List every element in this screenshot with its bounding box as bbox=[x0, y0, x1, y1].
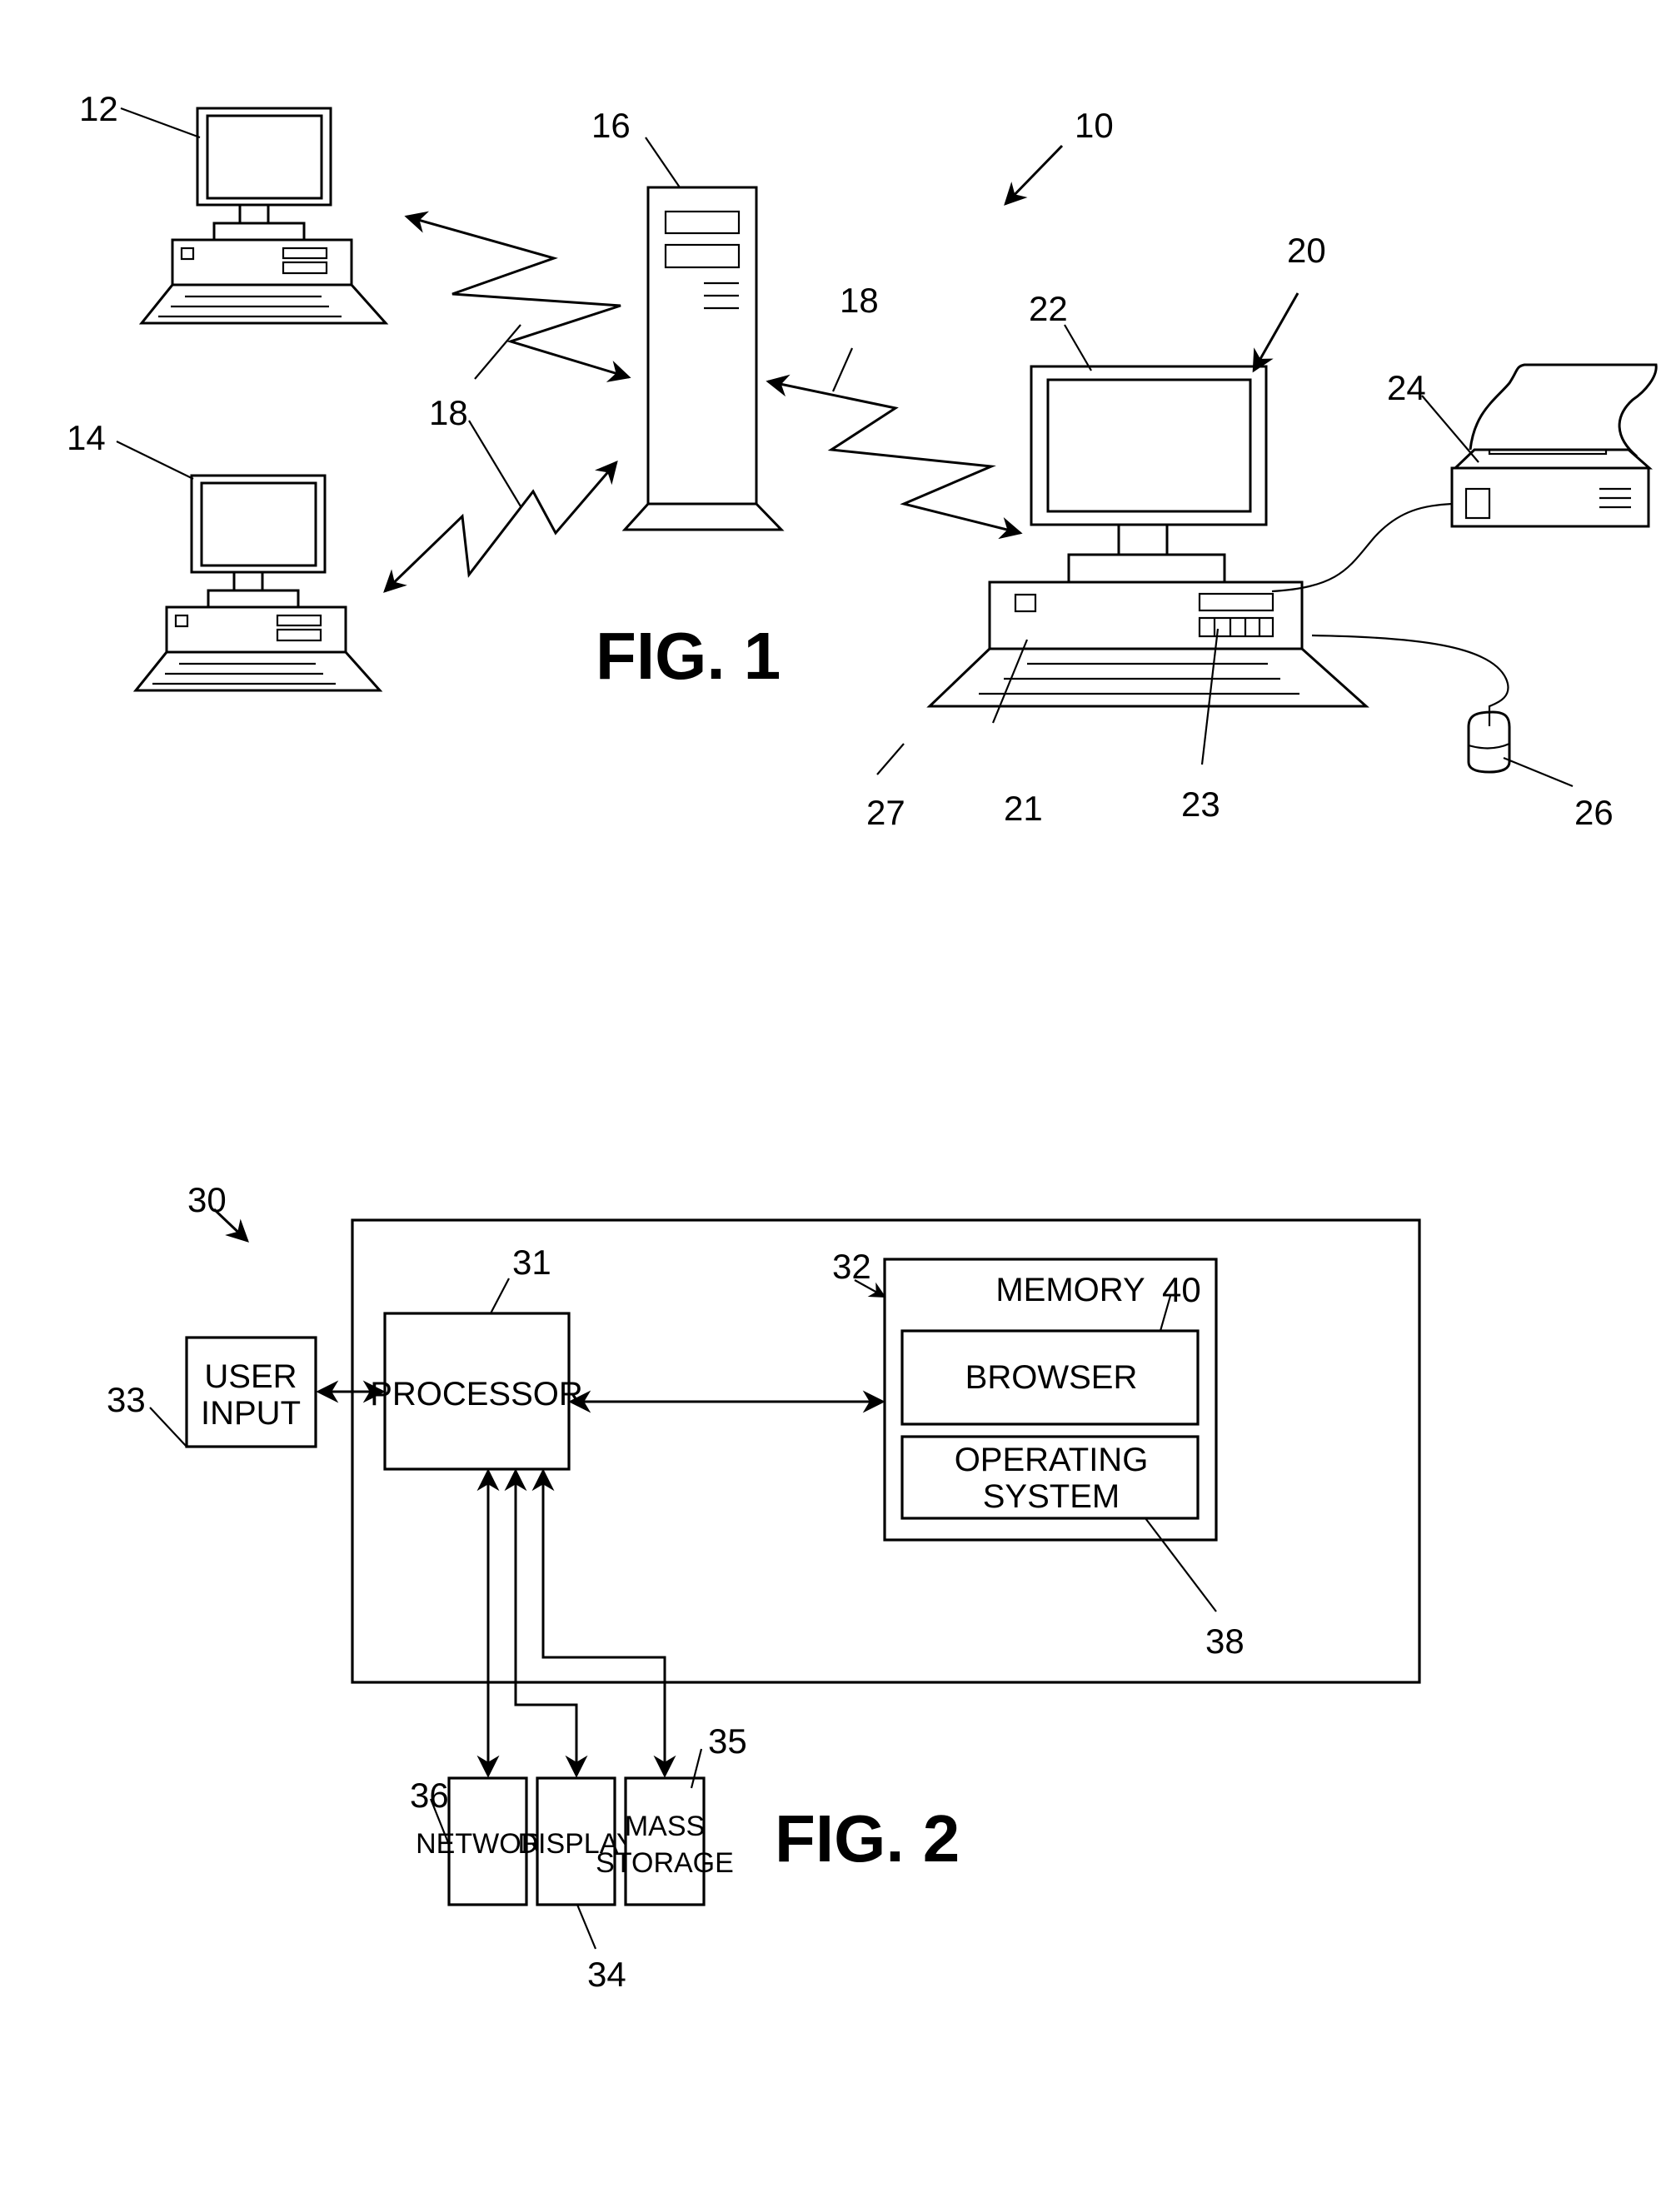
ref-26: 26 bbox=[1574, 793, 1614, 832]
ref-10: 10 bbox=[1075, 106, 1114, 145]
network-link-14-16 bbox=[383, 460, 618, 593]
printer-cable bbox=[1271, 502, 1453, 593]
arrow-20 bbox=[1252, 292, 1299, 373]
system-arrow-30 bbox=[212, 1208, 249, 1243]
ref-24: 24 bbox=[1387, 368, 1426, 407]
mass-storage-label-2: STORAGE bbox=[596, 1847, 734, 1879]
ref-38: 38 bbox=[1205, 1622, 1245, 1661]
browser-label: BROWSER bbox=[965, 1359, 1138, 1396]
ref-36: 36 bbox=[410, 1776, 449, 1815]
leader-34 bbox=[576, 1904, 597, 1950]
mouse-26 bbox=[1467, 710, 1511, 774]
leader-21 bbox=[991, 639, 1029, 724]
fig2-title: FIG. 2 bbox=[775, 1801, 960, 1876]
leader-14 bbox=[116, 441, 194, 480]
ref-16: 16 bbox=[591, 106, 631, 145]
ref-20: 20 bbox=[1287, 231, 1326, 270]
memory-label: MEMORY bbox=[995, 1272, 1145, 1308]
fig1: 12 14 16 18 18 10 22 20 24 26 27 21 23 F… bbox=[67, 89, 1658, 832]
fig2: 30 USER INPUT 33 PROCESSOR 31 MEMORY 32 … bbox=[107, 1180, 1421, 1994]
ref-14: 14 bbox=[67, 418, 106, 457]
server-16 bbox=[621, 186, 785, 531]
ref-35: 35 bbox=[708, 1721, 747, 1761]
ref-30: 30 bbox=[187, 1180, 227, 1219]
leader-26 bbox=[1503, 756, 1574, 788]
keyboard-27 bbox=[926, 647, 1369, 708]
ref-33: 33 bbox=[107, 1380, 146, 1419]
leader-16 bbox=[645, 137, 681, 188]
ref-31: 31 bbox=[512, 1243, 551, 1282]
ref-27: 27 bbox=[866, 793, 905, 832]
leader-27 bbox=[876, 743, 905, 775]
leader-18c bbox=[831, 347, 854, 392]
user-input-label-2: INPUT bbox=[201, 1395, 301, 1432]
leader-12 bbox=[120, 107, 201, 139]
ref-18: 18 bbox=[429, 393, 468, 432]
ref-18-right: 18 bbox=[840, 281, 879, 320]
leader-24 bbox=[1421, 395, 1479, 463]
mass-storage-label-1: MASS bbox=[625, 1811, 705, 1842]
ref-21: 21 bbox=[1004, 789, 1043, 828]
os-label-1: OPERATING bbox=[955, 1442, 1149, 1478]
leader-22 bbox=[1064, 324, 1092, 371]
ref-34: 34 bbox=[587, 1955, 626, 1994]
leader-18b bbox=[468, 420, 521, 507]
client-computer-14 bbox=[132, 474, 383, 692]
printer-24 bbox=[1450, 363, 1658, 528]
workstation-20 bbox=[926, 365, 1369, 708]
ref-22: 22 bbox=[1029, 289, 1068, 328]
monitor-22 bbox=[1030, 365, 1268, 526]
network-link-12-16 bbox=[404, 211, 631, 382]
leader-18a bbox=[474, 324, 521, 380]
leader-33 bbox=[149, 1407, 187, 1447]
client-computer-12 bbox=[138, 107, 389, 325]
user-input-label-1: USER bbox=[204, 1358, 297, 1395]
mouse-cable bbox=[1311, 634, 1509, 712]
cpu-unit-21 bbox=[988, 580, 1304, 650]
fig1-title: FIG. 1 bbox=[596, 619, 781, 693]
drive-bay bbox=[1198, 592, 1274, 612]
ref-32: 32 bbox=[832, 1247, 871, 1286]
ref-23: 23 bbox=[1181, 785, 1220, 824]
ref-12: 12 bbox=[79, 89, 118, 128]
patent-drawing-sheet: 12 14 16 18 18 10 22 20 24 26 27 21 23 F… bbox=[67, 89, 1658, 1994]
drive-buttons-23 bbox=[1198, 616, 1274, 638]
processor-label: PROCESSOR bbox=[370, 1376, 583, 1412]
os-label-2: SYSTEM bbox=[983, 1478, 1120, 1515]
system-arrow-10 bbox=[1004, 144, 1064, 206]
network-link-16-20 bbox=[766, 374, 1023, 540]
